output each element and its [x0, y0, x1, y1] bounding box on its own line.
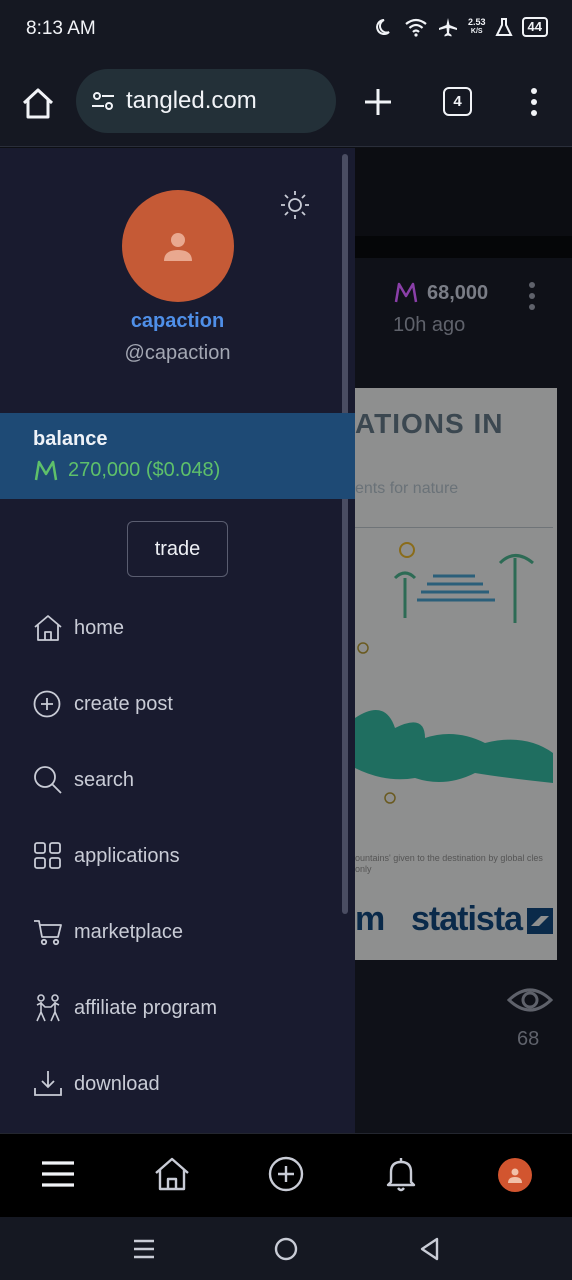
image-brand-left: m: [355, 900, 386, 938]
recent-apps-icon[interactable]: [130, 1235, 158, 1263]
status-bar: 8:13 AM 2.53 K/S 44: [0, 0, 572, 58]
nav-create-post-icon[interactable]: [266, 1154, 306, 1194]
eye-icon: [507, 988, 553, 1012]
nav-profile-avatar[interactable]: [498, 1158, 532, 1192]
user-icon: [508, 1168, 522, 1183]
user-icon: [164, 233, 192, 261]
status-icons: 2.53 K/S 44: [375, 16, 548, 38]
drawer-scrollbar[interactable]: [342, 154, 348, 914]
battery-indicator: 44: [521, 17, 548, 37]
site-settings-icon[interactable]: [90, 88, 116, 114]
post-image[interactable]: ATIONS IN ents for nature ountains' give…: [355, 388, 557, 960]
background-divider: [355, 236, 572, 258]
app-bottom-nav: [0, 1133, 572, 1217]
profile-avatar[interactable]: [122, 190, 234, 302]
airplane-icon: [439, 18, 457, 37]
menu-item-marketplace[interactable]: marketplace: [32, 910, 183, 954]
profile-handle: @capaction: [124, 342, 231, 364]
menu-item-label: create post: [74, 692, 173, 715]
statista-mark-icon: [527, 908, 553, 934]
browser-home-icon[interactable]: [18, 84, 58, 124]
menu-item-create-post[interactable]: create post: [32, 682, 173, 726]
more-options-icon[interactable]: [524, 86, 544, 118]
system-home-icon[interactable]: [272, 1235, 300, 1263]
menu-item-applications[interactable]: applications: [32, 834, 180, 878]
coin-icon: [34, 460, 58, 481]
menu-item-affiliate-program[interactable]: affiliate program: [32, 986, 217, 1030]
notifications-bell-icon[interactable]: [381, 1154, 421, 1194]
post-time: 10h ago: [393, 314, 466, 336]
tab-switcher-button[interactable]: 4: [443, 87, 472, 116]
system-nav-bar: [0, 1217, 572, 1280]
moon-icon: [376, 19, 390, 35]
menu-item-search[interactable]: search: [32, 758, 134, 802]
balance-value: 270,000 ($0.048): [68, 459, 221, 481]
browser-toolbar: tangled.com 4: [0, 58, 572, 147]
menu-item-download[interactable]: download: [32, 1062, 160, 1106]
flask-icon: [494, 18, 513, 36]
side-drawer: capaction @capaction balance 270,000 ($0…: [0, 148, 355, 1133]
coin-icon: [394, 282, 418, 303]
image-subtitle: ents for nature: [355, 480, 459, 497]
image-caption: ountains' given to the destination by gl…: [355, 853, 543, 874]
trade-button[interactable]: trade: [127, 521, 228, 577]
balance-label: balance: [33, 428, 108, 450]
search-icon: [34, 766, 62, 794]
menu-item-label: affiliate program: [74, 996, 218, 1019]
cart-icon: [34, 920, 62, 946]
hamburger-menu-icon[interactable]: [38, 1154, 78, 1194]
url-text: tangled.com: [126, 87, 257, 114]
nav-home-icon[interactable]: [152, 1154, 192, 1194]
back-icon[interactable]: [416, 1235, 444, 1263]
address-bar[interactable]: tangled.com: [76, 69, 336, 133]
download-icon: [34, 1071, 62, 1096]
menu-item-label: search: [74, 768, 135, 791]
background-header: [355, 148, 572, 236]
network-speed: 2.53 K/S: [468, 17, 486, 36]
image-title: ATIONS IN: [355, 408, 504, 439]
plus-circle-icon: [33, 690, 61, 718]
profile-username[interactable]: capaction: [0, 310, 355, 333]
grid-icon: [34, 842, 61, 869]
view-count: 68: [517, 1028, 540, 1050]
balance-panel[interactable]: balance 270,000 ($0.048): [0, 413, 355, 499]
wifi-icon: [405, 18, 427, 37]
image-divider: [355, 527, 553, 528]
new-tab-icon[interactable]: [362, 86, 394, 118]
background-page: 68,000 10h ago ATIONS IN ents for nature…: [355, 148, 572, 1133]
sun-icon[interactable]: [280, 190, 310, 220]
infographic-illustration: [355, 542, 553, 804]
post-amount: 68,000: [427, 282, 489, 304]
statista-logo: statista: [411, 900, 523, 938]
status-time: 8:13 AM: [26, 18, 96, 39]
menu-item-label: applications: [74, 844, 180, 867]
menu-item-label: home: [74, 616, 125, 639]
post-options-icon[interactable]: [525, 280, 539, 312]
menu-item-label: download: [74, 1072, 160, 1095]
home-icon: [34, 615, 62, 641]
menu-item-label: marketplace: [74, 920, 183, 943]
people-icon: [36, 994, 60, 1022]
menu-item-home[interactable]: home: [32, 606, 124, 650]
